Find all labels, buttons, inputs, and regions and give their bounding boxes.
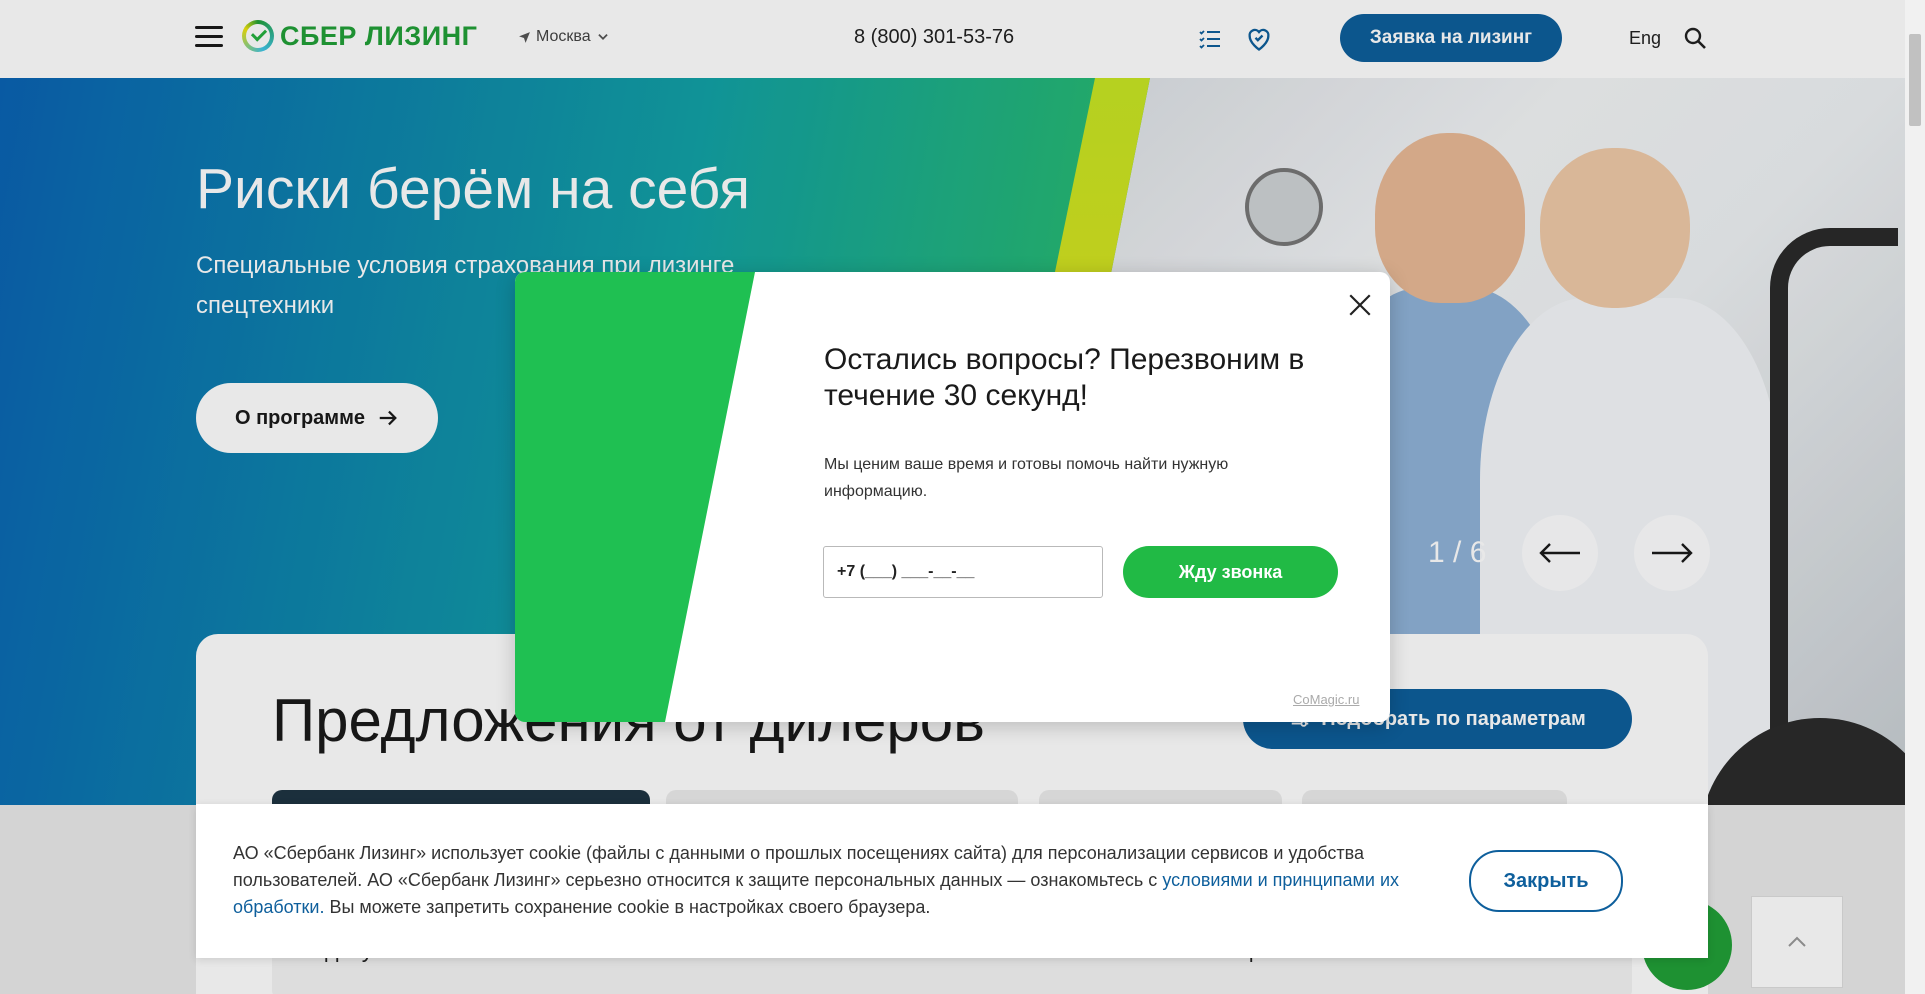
scrollbar-thumb[interactable]	[1909, 34, 1921, 126]
modal-green-panel	[515, 272, 755, 722]
modal-title: Остались вопросы? Перезвоним в течение 3…	[824, 343, 1305, 412]
phone-input[interactable]	[823, 546, 1103, 598]
modal-text: Мы ценим ваше время и готовы помочь найт…	[824, 456, 1229, 500]
callback-modal: Остались вопросы? Перезвоним в течение 3…	[515, 272, 1390, 722]
cookie-banner: АО «Сбербанк Лизинг» использует cookie (…	[196, 804, 1708, 958]
page: СБЕР ЛИЗИНГ Москва 8 (800) 301-53-76 Зая…	[0, 0, 1905, 994]
scrollbar[interactable]	[1905, 0, 1925, 994]
cookie-text-end: Вы можете запретить сохранение cookie в …	[324, 897, 931, 917]
cookie-text: АО «Сбербанк Лизинг» использует cookie (…	[233, 840, 1413, 921]
request-call-button[interactable]: Жду звонка	[1123, 546, 1338, 598]
cookie-close-button[interactable]: Закрыть	[1469, 850, 1623, 912]
close-icon[interactable]	[1347, 292, 1373, 318]
comagic-link[interactable]: CoMagic.ru	[1293, 692, 1359, 707]
